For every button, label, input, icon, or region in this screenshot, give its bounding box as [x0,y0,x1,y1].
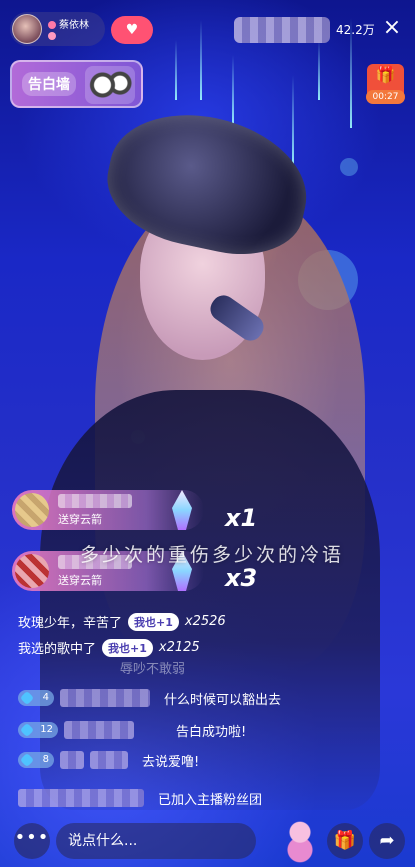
me-too-button[interactable]: 我也+1 [128,612,179,631]
firework-spark [200,20,202,100]
badge-dot-icon [48,21,56,29]
share-button[interactable]: ➦ [369,823,405,859]
performer-body [40,390,380,810]
level-number: 8 [42,754,49,765]
viewer-count[interactable]: 42.2万 [336,21,375,38]
firework-spark [318,40,320,100]
chat-vote-line: 我选的歌中了 我也+1 x2125 [18,638,200,657]
level-number: 12 [40,724,53,735]
viewer-avatars[interactable] [234,17,330,43]
share-arrow-icon: ➦ [379,830,395,851]
chat-text: 玫瑰少年，辛苦了 [18,616,123,631]
user-name-blurred [18,789,144,807]
gift-combo: x1 [225,504,258,532]
gift-combo: x3 [225,564,258,592]
comment-input[interactable] [56,823,256,859]
vote-count: x2125 [158,640,200,655]
gift-button[interactable]: 🎁 [327,823,363,859]
chat-message[interactable]: 12 告白成功啦! [18,718,246,742]
badge-dot-icon [48,31,56,40]
bottom-toolbar: ••• 🎁 ➦ [0,815,415,867]
firework-spark [232,55,234,125]
firework-spark [292,75,294,165]
bokeh-glow [340,158,358,176]
vote-count: x2526 [184,614,226,629]
sender-avatar [15,554,49,588]
anchor-avatar[interactable] [12,14,42,44]
message-text: 告白成功啦! [176,724,247,740]
chat-text: 我选的歌中了 [18,642,97,657]
diamond-icon [19,722,35,738]
gift-timer-badge[interactable]: 🎁 00:27 [366,64,405,104]
timer-text: 00:27 [366,90,405,104]
close-icon[interactable]: × [378,14,406,42]
me-too-button[interactable]: 我也+1 [102,638,153,657]
more-button[interactable]: ••• [14,823,50,859]
sender-avatar [15,493,49,527]
chat-vote-line: 玫瑰少年，辛苦了 我也+1 x2526 [18,612,226,631]
diamond-icon [19,690,35,706]
anchor-info[interactable]: 蔡依林 [10,12,105,46]
user-level-badge: 4 [18,690,54,706]
diamond-icon [19,752,35,768]
gift-box-icon: 🎁 [375,65,396,84]
chat-message[interactable]: 8 去说爱噜! [18,748,199,772]
confess-wall-label: 告白墙 [22,72,76,96]
faded-chat-text: 辱吵不敢弱 [120,662,186,677]
level-number: 4 [42,692,49,703]
user-name-blurred [90,751,128,769]
confess-wall-button[interactable]: 告白墙 [10,60,143,108]
firework-spark [175,40,177,100]
chat-message[interactable]: 已加入主播粉丝团 [18,786,262,810]
sticker-icon [85,66,135,104]
message-text: 已加入主播粉丝团 [158,792,263,808]
heart-plus-icon: ♥ [125,22,139,38]
user-name-blurred [64,721,134,739]
chat-message[interactable]: 4 什么时候可以豁出去 [18,686,281,710]
anchor-text: 蔡依林 [48,19,89,40]
message-text: 去说爱噜! [142,754,200,770]
message-text: 什么时候可以豁出去 [164,692,282,708]
more-dots-icon: ••• [14,827,50,848]
doll-icon[interactable] [280,819,320,863]
gift-icon: 🎁 [333,830,357,851]
gift-text: 送穿云箭 [58,513,102,526]
lyric-subtitle: 多少次的重伤多少次的冷语 [80,544,345,566]
performer-hat [96,98,320,268]
sender-name-blurred [58,494,132,508]
user-level-badge: 8 [18,752,54,768]
follow-button[interactable]: ♥ [111,16,153,44]
user-name-blurred [60,689,150,707]
user-level-badge: 12 [18,722,58,738]
anchor-name: 蔡依林 [59,19,89,31]
user-name-blurred [60,751,84,769]
gift-text: 送穿云箭 [58,574,102,587]
